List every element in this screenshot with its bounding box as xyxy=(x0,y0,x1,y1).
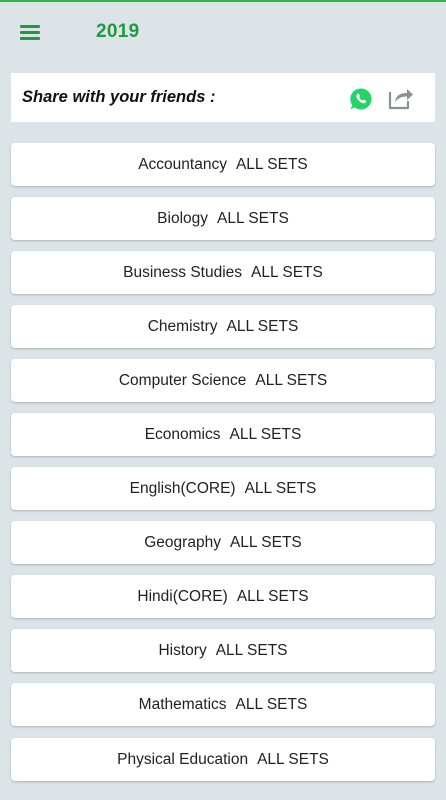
subject-name: Physical Education xyxy=(117,750,249,768)
list-item-biology[interactable]: Biology ALL SETS xyxy=(11,197,435,240)
subject-name: Geography xyxy=(144,533,221,551)
list-item-geography[interactable]: Geography ALL SETS xyxy=(11,521,435,564)
subject-suffix: ALL SETS xyxy=(251,263,323,281)
subject-name: Mathematics xyxy=(138,695,227,713)
list-item-physical-education[interactable]: Physical Education ALL SETS xyxy=(11,738,435,781)
subject-suffix: ALL SETS xyxy=(229,425,302,443)
subject-name: Accountancy xyxy=(138,155,227,173)
subject-suffix: ALL SETS xyxy=(215,641,288,659)
subject-suffix: ALL SETS xyxy=(226,317,299,335)
list-item-hindi-core[interactable]: Hindi(CORE) ALL SETS xyxy=(11,575,435,618)
list-item-computer-science[interactable]: Computer Science ALL SETS xyxy=(11,359,435,402)
share-card: Share with your friends : xyxy=(11,73,435,122)
list-item-chemistry[interactable]: Chemistry ALL SETS xyxy=(11,305,435,348)
list-item-mathematics[interactable]: Mathematics ALL SETS xyxy=(11,683,435,726)
share-icon[interactable] xyxy=(387,85,415,111)
subject-suffix: ALL SETS xyxy=(235,695,308,713)
list-item-business-studies[interactable]: Business Studies ALL SETS xyxy=(11,251,435,294)
subject-suffix: ALL SETS xyxy=(255,371,328,389)
subject-suffix: ALL SETS xyxy=(236,587,309,605)
list-item-economics[interactable]: Economics ALL SETS xyxy=(11,413,435,456)
hamburger-menu-icon[interactable] xyxy=(14,16,46,48)
subject-suffix: ALL SETS xyxy=(229,533,302,551)
subject-name: Chemistry xyxy=(147,317,218,335)
subject-name: Economics xyxy=(144,425,221,443)
subject-name: English(CORE) xyxy=(129,479,236,497)
subject-name: Hindi(CORE) xyxy=(137,587,228,605)
share-label: Share with your friends : xyxy=(22,88,216,106)
list-item-history[interactable]: History ALL SETS xyxy=(11,629,435,672)
subject-name: Business Studies xyxy=(123,263,243,281)
subject-suffix: ALL SETS xyxy=(257,750,329,768)
app-bar: 2019 xyxy=(0,2,446,62)
list-item-english-core[interactable]: English(CORE) ALL SETS xyxy=(11,467,435,510)
subject-suffix: ALL SETS xyxy=(244,479,317,497)
subject-name: Biology xyxy=(157,209,209,227)
subject-name: History xyxy=(158,641,207,659)
list-item-accountancy[interactable]: Accountancy ALL SETS xyxy=(11,143,435,186)
whatsapp-icon[interactable] xyxy=(349,87,373,111)
subject-suffix: ALL SETS xyxy=(235,155,308,173)
subject-name: Computer Science xyxy=(118,371,247,389)
page-title: 2019 xyxy=(96,21,140,42)
subject-suffix: ALL SETS xyxy=(217,209,289,227)
